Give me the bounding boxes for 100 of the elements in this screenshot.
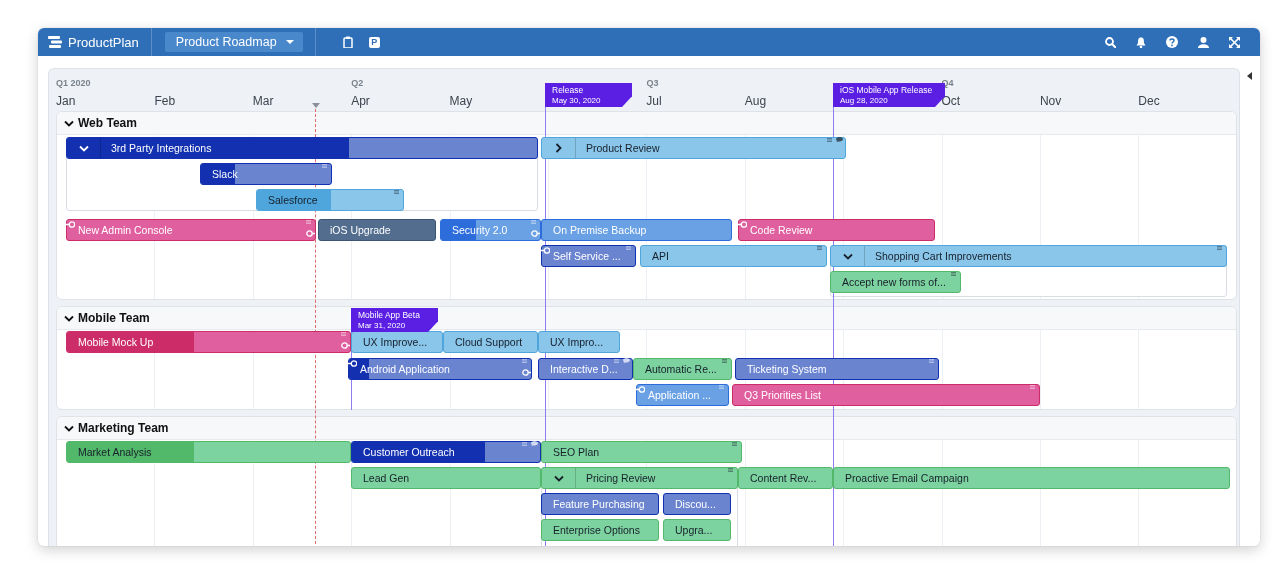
bar-label: Salesforce bbox=[268, 194, 318, 206]
today-marker-icon bbox=[312, 103, 320, 108]
dependency-icon[interactable] bbox=[636, 386, 645, 393]
bar-label: Feature Purchasing bbox=[553, 498, 645, 510]
roadmap-bar[interactable]: Feature Purchasing bbox=[541, 493, 659, 515]
bar-label: Interactive D... bbox=[550, 363, 618, 375]
roadmap-bar[interactable]: Cloud Support bbox=[443, 331, 538, 353]
month-label: Mar bbox=[252, 94, 274, 108]
roadmap-bar[interactable]: Customer Outreach bbox=[351, 441, 541, 463]
bar-label: Customer Outreach bbox=[363, 446, 455, 458]
roadmap-bar[interactable]: Proactive Email Campaign bbox=[833, 467, 1230, 489]
roadmap-bar[interactable]: Self Service ... bbox=[541, 245, 636, 267]
bell-icon[interactable] bbox=[1136, 36, 1146, 48]
comment-icon[interactable] bbox=[531, 441, 538, 446]
roadmap-bar[interactable]: Salesforce bbox=[256, 189, 404, 211]
bar-label: Q3 Priorities List bbox=[744, 389, 822, 401]
drag-handle-icon[interactable] bbox=[951, 272, 956, 276]
dependency-icon[interactable] bbox=[738, 221, 747, 228]
roadmap-bar[interactable]: UX Improve... bbox=[351, 331, 443, 353]
roadmap-bar[interactable]: Enterprise Options bbox=[541, 519, 659, 541]
roadmap-bar[interactable]: UX Impro... bbox=[538, 331, 620, 353]
month-label: Dec bbox=[1138, 94, 1160, 108]
app-name: ProductPlan bbox=[68, 34, 139, 50]
roadmap-bar[interactable]: Ticketing System bbox=[735, 358, 939, 380]
lane-toggle[interactable] bbox=[64, 424, 74, 432]
milestone-title: iOS Mobile App Release bbox=[840, 84, 934, 96]
chevron-down-icon bbox=[64, 119, 74, 127]
chevron-down-icon bbox=[553, 474, 564, 482]
bar-label: Content Rev... bbox=[750, 472, 817, 484]
dependency-icon[interactable] bbox=[541, 247, 550, 254]
drag-handle-icon[interactable] bbox=[827, 138, 832, 142]
comment-icon[interactable] bbox=[836, 137, 843, 142]
roadmap-bar[interactable]: Shopping Cart Improvements bbox=[830, 245, 1227, 267]
chevron-right-icon bbox=[555, 143, 562, 153]
roadmap-bar[interactable]: Product Review bbox=[541, 137, 846, 159]
bar-label: Market Analysis bbox=[78, 446, 152, 458]
roadmap-dropdown[interactable]: Product Roadmap bbox=[164, 32, 303, 52]
user-icon[interactable] bbox=[1198, 36, 1209, 48]
bar-label: Upgra... bbox=[675, 524, 713, 536]
roadmap-bar[interactable]: Discou... bbox=[663, 493, 731, 515]
bar-label: Cloud Support bbox=[455, 336, 523, 348]
roadmap-bar[interactable]: Interactive D... bbox=[538, 358, 633, 380]
roadmap-bar[interactable]: Slack bbox=[200, 163, 332, 185]
bar-label: Automatic Re... bbox=[645, 363, 717, 375]
lane-toggle[interactable] bbox=[64, 314, 74, 322]
chevron-down-icon bbox=[64, 424, 74, 432]
collapse-icon[interactable] bbox=[1247, 72, 1253, 80]
roadmap-bar[interactable]: iOS Upgrade bbox=[318, 219, 436, 241]
roadmap-bar[interactable]: Automatic Re... bbox=[633, 358, 732, 380]
lane-toggle[interactable] bbox=[64, 119, 74, 127]
roadmap-bar[interactable]: Market Analysis bbox=[66, 441, 351, 463]
chevron-down-icon bbox=[78, 144, 89, 152]
roadmap-bar[interactable]: Lead Gen bbox=[351, 467, 541, 489]
caret-icon bbox=[285, 40, 294, 44]
bar-label: iOS Upgrade bbox=[330, 224, 391, 236]
roadmap-bar[interactable]: Upgra... bbox=[663, 519, 731, 541]
roadmap-bar[interactable]: Pricing Review bbox=[541, 467, 738, 489]
fullscreen-icon[interactable] bbox=[1229, 36, 1240, 48]
bar-label: Lead Gen bbox=[363, 472, 410, 484]
search-icon[interactable] bbox=[1105, 36, 1116, 48]
drag-handle-icon[interactable] bbox=[817, 246, 822, 250]
bar-label: Slack bbox=[212, 168, 238, 180]
month-label: Nov bbox=[1039, 94, 1062, 108]
drag-handle-icon[interactable] bbox=[722, 359, 727, 363]
help-icon[interactable] bbox=[1166, 36, 1178, 48]
bar-label: On Premise Backup bbox=[553, 224, 647, 236]
milestone-flag[interactable]: Mobile App Beta Mar 31, 2020 bbox=[351, 308, 438, 332]
bar-label: Mobile Mock Up bbox=[78, 336, 154, 348]
milestone-flag[interactable]: Release May 30, 2020 bbox=[545, 83, 632, 107]
month-label: Aug bbox=[744, 94, 767, 108]
quarter-label: Q1 2020 bbox=[56, 77, 91, 89]
bar-label: 3rd Party Integrations bbox=[111, 142, 212, 154]
roadmap-bar[interactable]: API bbox=[640, 245, 827, 267]
drag-handle-icon[interactable] bbox=[728, 468, 733, 472]
quarter-label: Q2 bbox=[351, 77, 364, 89]
dependency-icon[interactable] bbox=[348, 360, 357, 367]
comment-icon[interactable] bbox=[623, 358, 630, 363]
lane-title: Web Team bbox=[78, 116, 137, 130]
drag-handle-icon[interactable] bbox=[1217, 246, 1222, 250]
clipboard-icon[interactable] bbox=[342, 36, 353, 48]
chevron-down-icon bbox=[64, 314, 74, 322]
drag-handle-icon[interactable] bbox=[732, 442, 737, 446]
lane-title: Marketing Team bbox=[78, 421, 169, 435]
lane-title: Mobile Team bbox=[78, 311, 150, 325]
milestone-title: Mobile App Beta bbox=[358, 309, 421, 321]
bar-label: UX Improve... bbox=[363, 336, 428, 348]
roadmap-bar[interactable]: Content Rev... bbox=[738, 467, 833, 489]
drag-handle-icon[interactable] bbox=[394, 190, 399, 194]
bar-label: Security 2.0 bbox=[452, 224, 508, 236]
roadmap-bar[interactable]: 3rd Party Integrations bbox=[66, 137, 538, 159]
milestone-date: Mar 31, 2020 bbox=[358, 320, 407, 331]
bar-label: Application ... bbox=[648, 389, 712, 401]
p-badge-button[interactable]: P bbox=[368, 36, 380, 48]
bar-label: Enterprise Options bbox=[553, 524, 640, 536]
dependency-icon[interactable] bbox=[66, 221, 75, 228]
roadmap-bar[interactable]: Accept new forms of... bbox=[830, 271, 961, 293]
bar-label: Shopping Cart Improvements bbox=[875, 250, 1012, 262]
roadmap-bar[interactable]: SEO Plan bbox=[541, 441, 742, 463]
month-label: Feb bbox=[154, 94, 176, 108]
quarter-label: Q3 bbox=[646, 77, 659, 89]
